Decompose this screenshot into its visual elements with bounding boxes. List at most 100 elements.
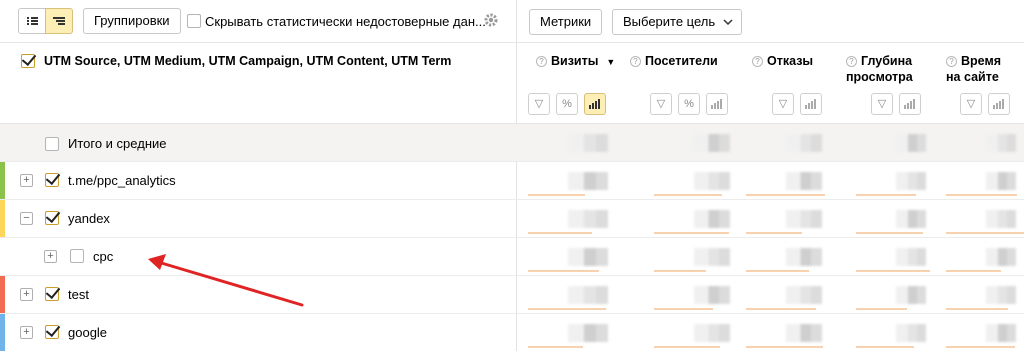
blurred-cell	[694, 172, 730, 190]
help-icon: ?	[946, 56, 957, 67]
chevron-down-icon	[723, 19, 733, 26]
row-color-marker	[0, 314, 5, 351]
blurred-cell	[986, 286, 1016, 304]
row-checkbox[interactable]	[45, 173, 59, 187]
blurred-cell	[896, 210, 926, 228]
table-row-label: test	[68, 287, 89, 302]
filter-icon[interactable]: ▽	[772, 93, 794, 115]
blurred-cell	[986, 248, 1016, 266]
blurred-bar	[946, 308, 1008, 310]
column-divider	[516, 0, 517, 351]
flat-view-button[interactable]	[18, 8, 46, 34]
blurred-bar	[746, 232, 802, 234]
row-checkbox[interactable]	[45, 287, 59, 301]
sort-desc-icon: ▼	[606, 57, 616, 67]
blurred-cell	[694, 286, 730, 304]
row-checkbox[interactable]	[45, 211, 59, 225]
blurred-cell	[786, 248, 822, 266]
filter-icon[interactable]: ▽	[871, 93, 893, 115]
blurred-bar	[746, 194, 825, 196]
total-row-label: Итого и средние	[68, 136, 167, 151]
hide-unreliable-checkbox[interactable]	[187, 14, 201, 28]
hide-unreliable-label: Скрывать статистически недостоверные дан…	[205, 14, 486, 29]
blurred-cell	[568, 210, 608, 228]
blurred-bar	[856, 232, 923, 234]
blurred-bar	[746, 346, 823, 348]
blurred-bar	[528, 308, 606, 310]
blurred-bar	[654, 346, 720, 348]
blurred-cell	[568, 134, 608, 152]
blurred-cell	[694, 134, 730, 152]
metric-header-bounces[interactable]: ? Отказы	[752, 53, 813, 69]
blurred-cell	[694, 210, 730, 228]
tree-view-button[interactable]	[45, 8, 73, 34]
help-icon: ?	[536, 56, 547, 67]
gear-icon[interactable]	[483, 12, 499, 28]
blurred-bar	[528, 270, 599, 272]
annotation-arrow-icon	[148, 254, 304, 307]
blurred-cell	[986, 324, 1016, 342]
blurred-cell	[986, 172, 1016, 190]
blurred-bar	[654, 270, 706, 272]
blurred-cell	[896, 172, 926, 190]
blurred-bar	[654, 308, 713, 310]
percent-icon[interactable]: %	[556, 93, 578, 115]
row-divider	[0, 161, 1024, 162]
blurred-bar	[946, 346, 1015, 348]
total-row-checkbox[interactable]	[45, 137, 59, 151]
header-top-divider	[0, 42, 1024, 43]
filter-icon[interactable]: ▽	[528, 93, 550, 115]
row-color-marker	[0, 200, 5, 237]
collapse-icon[interactable]: −	[20, 212, 33, 225]
expand-icon[interactable]: +	[20, 326, 33, 339]
blurred-cell	[786, 210, 822, 228]
bar-chart-icon[interactable]	[584, 93, 606, 115]
blurred-cell	[568, 248, 608, 266]
blurred-bar	[528, 346, 583, 348]
blurred-bar	[856, 270, 930, 272]
metrics-button[interactable]: Метрики	[529, 9, 603, 35]
metric-header-time[interactable]: ? Время на сайте	[946, 53, 1006, 85]
metric-header-visitors[interactable]: ? Посетители	[630, 53, 718, 69]
row-divider	[0, 199, 1024, 200]
blurred-bar	[654, 232, 729, 234]
bar-chart-icon[interactable]	[706, 93, 728, 115]
blurred-cell	[786, 324, 822, 342]
blurred-bar	[856, 194, 916, 196]
blurred-bar	[856, 346, 914, 348]
blurred-cell	[986, 134, 1016, 152]
blurred-cell	[896, 248, 926, 266]
expand-icon[interactable]: +	[20, 288, 33, 301]
blurred-cell	[694, 248, 730, 266]
metric-header-depth[interactable]: ? Глубина просмотра	[846, 53, 916, 85]
select-all-checkbox[interactable]	[21, 54, 35, 68]
expand-icon[interactable]: +	[20, 174, 33, 187]
filter-icon[interactable]: ▽	[960, 93, 982, 115]
bar-chart-icon[interactable]	[800, 93, 822, 115]
row-divider	[0, 313, 1024, 314]
blurred-bar	[654, 194, 722, 196]
goal-select[interactable]: Выберите цель	[612, 9, 743, 35]
row-checkbox[interactable]	[45, 325, 59, 339]
expand-icon[interactable]: +	[44, 250, 57, 263]
percent-icon[interactable]: %	[678, 93, 700, 115]
row-checkbox[interactable]	[70, 249, 84, 263]
blurred-cell	[986, 210, 1016, 228]
bar-chart-icon[interactable]	[988, 93, 1010, 115]
table-row-label: yandex	[68, 211, 110, 226]
bar-chart-icon[interactable]	[899, 93, 921, 115]
row-color-marker	[0, 276, 5, 313]
tree-list-icon	[53, 17, 65, 25]
groupings-button[interactable]: Группировки	[83, 8, 181, 34]
blurred-cell	[568, 286, 608, 304]
help-icon: ?	[752, 56, 763, 67]
blurred-bar	[946, 194, 1017, 196]
blurred-cell	[896, 286, 926, 304]
blurred-bar	[746, 270, 809, 272]
filter-icon[interactable]: ▽	[650, 93, 672, 115]
blurred-cell	[896, 134, 926, 152]
metric-header-visits[interactable]: ? Визиты ▼	[536, 53, 615, 70]
blurred-bar	[946, 232, 1024, 234]
goal-select-label: Выберите цель	[623, 14, 716, 29]
blurred-bar	[946, 270, 1001, 272]
